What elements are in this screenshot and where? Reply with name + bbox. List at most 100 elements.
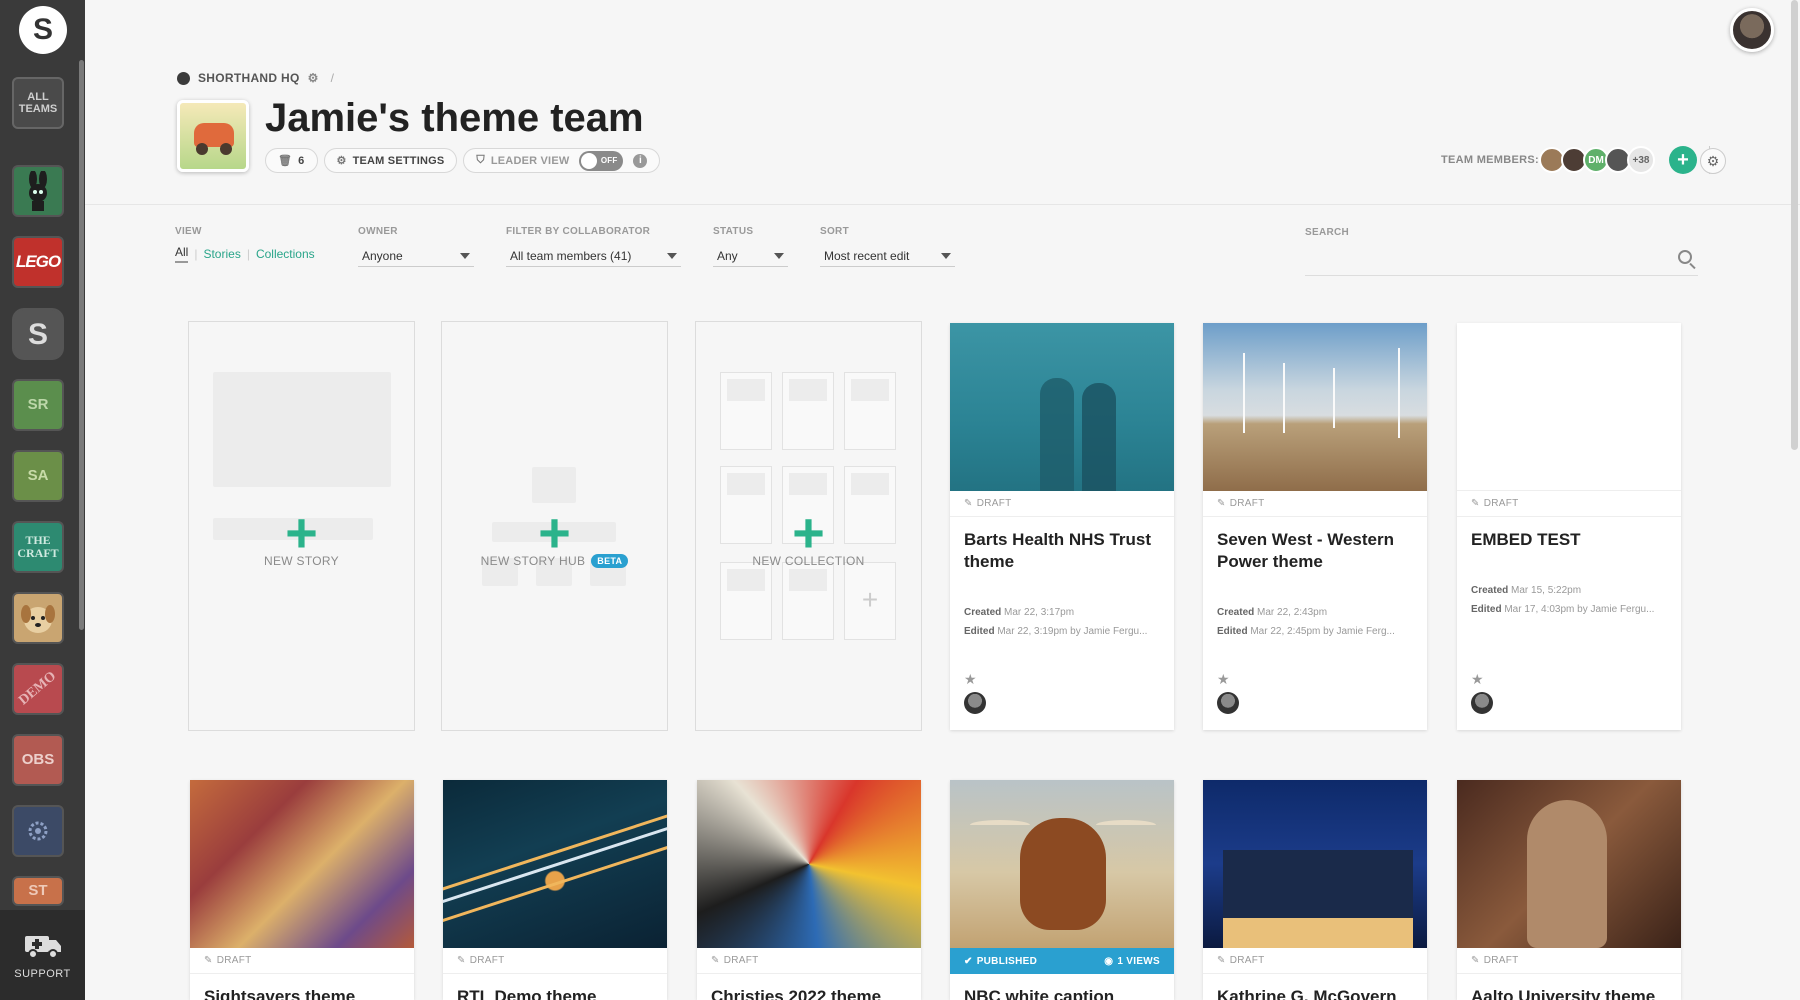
team-obs-label: OBS: [21, 750, 55, 768]
gear-icon: [28, 821, 48, 841]
view-count: 1 VIEWS: [1117, 955, 1160, 967]
leader-view-switch[interactable]: OFF: [579, 150, 624, 171]
new-story-hub-label: NEW STORY HUB: [480, 554, 586, 568]
star-icon[interactable]: ★: [964, 671, 986, 688]
view-collections-link[interactable]: Collections: [256, 247, 315, 261]
owner-filter: OWNER Anyone: [358, 226, 474, 267]
team-lego-label: LEGO: [15, 251, 61, 271]
star-icon[interactable]: ★: [1217, 671, 1239, 688]
search-icon[interactable]: [1678, 250, 1692, 264]
sort-value: Most recent edit: [824, 248, 910, 263]
story-card[interactable]: ✎ DRAFT Christies 2022 theme: [697, 780, 921, 1000]
story-card[interactable]: ✎ DRAFT Sightsavers theme: [190, 780, 414, 1000]
pencil-icon: ✎: [711, 955, 720, 966]
status-label: DRAFT: [1229, 955, 1265, 966]
gear-icon: ⚙: [1706, 152, 1720, 169]
team-craft-label: THE CRAFT: [17, 532, 59, 560]
sidebar-item-team-st[interactable]: ST: [12, 876, 64, 906]
sidebar-item-team-demo[interactable]: DEMO: [12, 663, 64, 715]
edited-date: Mar 22, 3:19pm by Jamie Fergu...: [997, 626, 1148, 638]
team-members-label: TEAM MEMBERS:: [1440, 154, 1539, 166]
team-sidebar: S ALL TEAMS LEGO S SR SA THE CRAFT DEMO …: [0, 0, 85, 1000]
view-all-link[interactable]: All: [175, 245, 189, 263]
org-settings-gear-icon[interactable]: ⚙: [308, 71, 319, 85]
star-icon[interactable]: ★: [1471, 671, 1493, 688]
team-settings-button[interactable]: ⚙ TEAM SETTINGS: [323, 148, 458, 173]
story-card[interactable]: ✎ DRAFT Aalto University theme: [1457, 780, 1681, 1000]
sidebar-item-team-bunny[interactable]: [12, 165, 64, 217]
sidebar-scrollbar[interactable]: [79, 60, 84, 630]
team-gear-button[interactable]: ⚙: [1700, 148, 1726, 174]
owner-avatar: [964, 692, 986, 714]
breadcrumb-separator: /: [330, 71, 335, 85]
plus-icon: +: [538, 501, 571, 564]
user-avatar[interactable]: [1730, 8, 1774, 52]
sidebar-item-team-s[interactable]: S: [12, 308, 64, 360]
team-demo-label: DEMO: [16, 669, 60, 709]
sort-select[interactable]: Most recent edit: [820, 245, 955, 267]
pencil-icon: ✎: [1217, 498, 1226, 509]
team-avatar[interactable]: [177, 100, 249, 172]
story-title: NBC white caption: [964, 987, 1115, 1000]
status-label: DRAFT: [469, 955, 505, 966]
page-scrollbar[interactable]: [1791, 0, 1798, 450]
breadcrumb: SHORTHAND HQ ⚙ /: [177, 71, 334, 85]
pencil-icon: ✎: [204, 955, 213, 966]
story-title: RTL Demo theme: [457, 987, 597, 1000]
shorthand-logo[interactable]: S: [19, 6, 67, 54]
plus-icon: +: [792, 501, 825, 564]
team-s-label: S: [27, 317, 48, 351]
member-overflow-count[interactable]: +38: [1627, 146, 1655, 174]
sidebar-item-all-teams[interactable]: ALL TEAMS: [12, 77, 64, 129]
sidebar-item-team-the-craft[interactable]: THE CRAFT: [12, 521, 64, 573]
support-label: SUPPORT: [14, 968, 71, 980]
team-st-label: ST: [28, 881, 48, 899]
status-label: DRAFT: [216, 955, 252, 966]
status-label: DRAFT: [976, 498, 1012, 509]
new-collection-card[interactable]: + + NEW COLLECTION: [695, 321, 922, 731]
team-members: TEAM MEMBERS: DM +38 +: [1441, 146, 1710, 174]
add-member-button[interactable]: +: [1669, 146, 1697, 174]
check-icon: ✔: [964, 955, 973, 967]
collaborator-filter: FILTER BY COLLABORATOR All team members …: [506, 226, 681, 267]
view-stories-link[interactable]: Stories: [203, 247, 240, 261]
bunny-icon: [29, 171, 47, 211]
owner-select[interactable]: Anyone: [358, 245, 474, 267]
info-icon[interactable]: i: [633, 153, 648, 168]
sidebar-item-team-gear[interactable]: [12, 805, 64, 857]
story-title: Sightsavers theme: [204, 987, 356, 1000]
story-card[interactable]: ✎ DRAFT Barts Health NHS Trust theme Crea…: [950, 323, 1174, 730]
support-truck-icon: [24, 936, 61, 959]
new-story-card[interactable]: + NEW STORY: [188, 321, 415, 731]
trash-icon: 🗑: [278, 155, 293, 167]
search-field: SEARCH: [1305, 227, 1698, 276]
sidebar-item-team-sa[interactable]: SA: [12, 450, 64, 502]
support-button[interactable]: SUPPORT: [0, 910, 85, 1000]
search-input[interactable]: [1305, 246, 1698, 276]
story-card[interactable]: ✎ DRAFT Kathrine G. McGovern: [1203, 780, 1427, 1000]
collaborator-select[interactable]: All team members (41): [506, 245, 681, 267]
story-title: Christies 2022 theme: [711, 987, 882, 1000]
collaborator-label: FILTER BY COLLABORATOR: [506, 226, 651, 237]
story-card[interactable]: ✎ DRAFT Seven West - Western Power theme …: [1203, 323, 1427, 730]
leader-view-toggle[interactable]: ⛉ LEADER VIEW OFF i: [463, 148, 661, 173]
sidebar-item-team-sr[interactable]: SR: [12, 379, 64, 431]
sidebar-item-team-lego[interactable]: LEGO: [12, 236, 64, 288]
breadcrumb-org[interactable]: SHORTHAND HQ: [198, 71, 300, 85]
story-card[interactable]: ✎ DRAFT EMBED TEST Created Mar 15, 5:22pm…: [1457, 323, 1681, 730]
sidebar-item-team-dog[interactable]: [12, 592, 64, 644]
collaborator-value: All team members (41): [510, 248, 632, 263]
owner-avatar: [1471, 692, 1493, 714]
story-count-badge[interactable]: 🗑 6: [265, 148, 318, 173]
owner-avatar: [1217, 692, 1239, 714]
new-collection-label: NEW COLLECTION: [752, 554, 865, 568]
sidebar-item-team-obs[interactable]: OBS: [12, 734, 64, 786]
story-card[interactable]: ✎ DRAFT RTL Demo theme: [443, 780, 667, 1000]
new-story-hub-card[interactable]: + NEW STORY HUB BETA: [441, 321, 668, 731]
story-title: Aalto University theme: [1471, 987, 1656, 1000]
story-card[interactable]: ✔ PUBLISHED ◉ 1 VIEWS NBC white caption: [950, 780, 1174, 1000]
sort-filter: SORT Most recent edit: [820, 226, 955, 267]
story-title: Kathrine G. McGovern: [1217, 987, 1397, 1000]
status-select[interactable]: Any: [713, 245, 788, 267]
owner-value: Anyone: [362, 248, 403, 263]
